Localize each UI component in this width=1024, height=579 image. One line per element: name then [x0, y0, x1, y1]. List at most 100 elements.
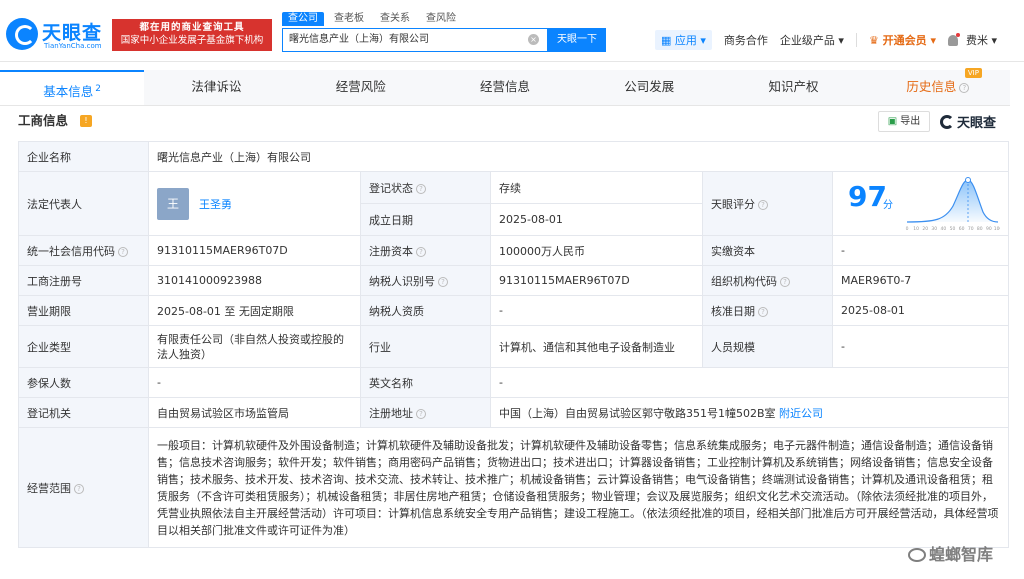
nearby-companies-link[interactable]: 附近公司	[779, 407, 823, 420]
value-term: 2025-08-01 至 无固定期限	[148, 295, 361, 326]
help-icon[interactable]: ?	[758, 199, 768, 210]
help-icon[interactable]: ?	[416, 246, 426, 257]
nav-enterprise[interactable]: 企业级产品 ▾	[780, 32, 844, 48]
score-number: 97	[848, 180, 887, 213]
help-icon[interactable]: ?	[780, 276, 790, 287]
label-text: 核准日期	[711, 304, 755, 318]
label-insured: 参保人数	[18, 367, 149, 398]
nav-vip[interactable]: ♛ 开通会员 ▾	[869, 32, 936, 48]
value-approve-date: 2025-08-01	[831, 295, 1010, 326]
tab-history[interactable]: 历史信息? VIP	[866, 68, 1010, 105]
label-text: 经营范围	[27, 481, 71, 495]
search-tabs: 查公司 查老板 查关系 查风险	[282, 12, 462, 26]
label-authority: 登记机关	[18, 397, 149, 428]
label-tax-id: 纳税人识别号?	[360, 265, 491, 296]
nav-user-label: 费米	[966, 34, 989, 47]
value-insured: -	[148, 367, 361, 398]
search-tab-relation[interactable]: 查关系	[374, 12, 416, 26]
tab-ip[interactable]: 知识产权	[721, 70, 865, 105]
tab-legal[interactable]: 法律诉讼	[144, 70, 288, 105]
nav-app-label: 应用	[674, 34, 697, 47]
help-icon[interactable]: ?	[416, 408, 426, 419]
business-info-table: 企业名称 曙光信息产业（上海）有限公司 法定代表人 王 王圣勇 登记状态? 存续…	[18, 141, 1010, 548]
label-term: 营业期限	[18, 295, 149, 326]
label-reg-status: 登记状态?	[360, 171, 491, 204]
alert-icon[interactable]: !	[80, 115, 92, 127]
nav-user[interactable]: 费米 ▾	[966, 32, 997, 48]
tab-label: 基本信息	[43, 84, 94, 100]
nav-vip-label: 开通会员	[882, 34, 927, 47]
label-text: 纳税人识别号	[369, 274, 435, 288]
search-button[interactable]: 天眼一下	[548, 28, 606, 52]
value-paid-capital: -	[831, 235, 1010, 266]
search-tab-risk[interactable]: 查风险	[420, 12, 462, 26]
label-address: 注册地址?	[360, 397, 491, 428]
label-legal-rep: 法定代表人	[18, 171, 149, 236]
label-en-name: 英文名称	[360, 367, 491, 398]
value-address: 中国（上海）自由贸易试验区郭守敬路351号1幢502B室 附近公司	[489, 397, 1010, 428]
value-credit-code: 91310115MAER96T07D	[148, 235, 361, 266]
axis-tick-label: 20	[922, 226, 928, 232]
axis-tick-label: 100	[994, 226, 1000, 232]
help-icon[interactable]: ?	[74, 483, 84, 494]
help-icon[interactable]: ?	[118, 246, 128, 257]
help-icon[interactable]: ?	[438, 276, 448, 287]
weibo-icon	[908, 548, 926, 562]
tab-operation[interactable]: 经营信息	[433, 70, 577, 105]
score-marker-dot	[965, 177, 971, 183]
value-org-code: MAER96T0-7	[831, 265, 1010, 296]
axis-tick-label: 40	[941, 226, 947, 232]
vip-badge: VIP	[964, 68, 982, 78]
tab-basic-info[interactable]: 基本信息 2	[0, 70, 145, 105]
value-industry: 计算机、通信和其他电子设备制造业	[490, 325, 703, 368]
nav-app-button[interactable]: ▦ 应用 ▾	[655, 30, 712, 50]
label-text: 登记状态	[369, 181, 413, 195]
distribution-area	[907, 180, 998, 222]
avatar[interactable]: 王	[157, 187, 189, 220]
axis-tick-label: 50	[950, 226, 956, 232]
export-button[interactable]: ▣ 导出	[878, 111, 930, 132]
section-title: 工商信息	[18, 113, 69, 128]
value-found-date: 2025-08-01	[490, 203, 703, 236]
value-legal-rep: 王 王圣勇	[148, 171, 361, 236]
label-scope: 经营范围?	[18, 427, 149, 548]
label-text: 注册资本	[369, 244, 413, 258]
help-icon[interactable]: ?	[416, 183, 426, 194]
label-score: 天眼评分?	[702, 171, 833, 236]
label-company-name: 企业名称	[18, 141, 149, 172]
label-paid-capital: 实缴资本	[702, 235, 833, 266]
logo-eye-icon	[6, 18, 38, 50]
search-tab-company[interactable]: 查公司	[282, 12, 324, 26]
score-unit: 分	[883, 200, 893, 211]
tab-risk[interactable]: 经营风险	[289, 70, 433, 105]
search-input[interactable]: 曙光信息产业（上海）有限公司	[282, 28, 548, 52]
axis-tick-label: 30	[931, 226, 937, 232]
tab-label: 历史信息	[906, 79, 957, 94]
help-icon[interactable]: ?	[758, 306, 768, 317]
grid-icon: ▦	[661, 34, 675, 47]
crown-icon: ♛	[868, 34, 879, 47]
bell-icon[interactable]	[948, 32, 961, 46]
top-bar: 天眼查 TianYanCha.com 都在用的商业查询工具 国家中小企业发展子基…	[0, 0, 1024, 62]
value-score[interactable]: 97 分 0 102030 405060708090100	[831, 171, 1010, 236]
score-distribution-chart: 0 102030 405060708090100	[906, 177, 1000, 232]
section-tabs: 基本信息 2 法律诉讼 经营风险 经营信息 公司发展 知识产权 历史信息? VIP	[0, 68, 1010, 106]
axis-tick-label: 70	[968, 226, 974, 232]
nav-business[interactable]: 商务合作	[724, 32, 768, 48]
nav-divider	[855, 33, 857, 47]
slogan-line2: 国家中小企业发展子基金旗下机构	[120, 35, 264, 46]
brand-eye-icon	[940, 115, 954, 129]
logo[interactable]: 天眼查 TianYanCha.com	[6, 18, 108, 52]
label-staff-size: 人员规模	[702, 325, 833, 368]
tab-development[interactable]: 公司发展	[577, 70, 721, 105]
clear-icon[interactable]: ×	[528, 34, 539, 45]
axis-tick-label: 0	[906, 226, 909, 232]
value-authority: 自由贸易试验区市场监管局	[148, 397, 361, 428]
slogan-banner[interactable]: 都在用的商业查询工具 国家中小企业发展子基金旗下机构	[112, 19, 272, 51]
axis-tick-label: 90	[986, 226, 992, 232]
label-text: 天眼评分	[711, 197, 755, 211]
export-label: 导出	[900, 116, 921, 127]
legal-rep-link[interactable]: 王圣勇	[199, 196, 232, 212]
search-tab-boss[interactable]: 查老板	[328, 12, 370, 26]
value-scope: 一般项目：计算机软硬件及外围设备制造；计算机软硬件及辅助设备批发；计算机软硬件及…	[147, 427, 1010, 548]
